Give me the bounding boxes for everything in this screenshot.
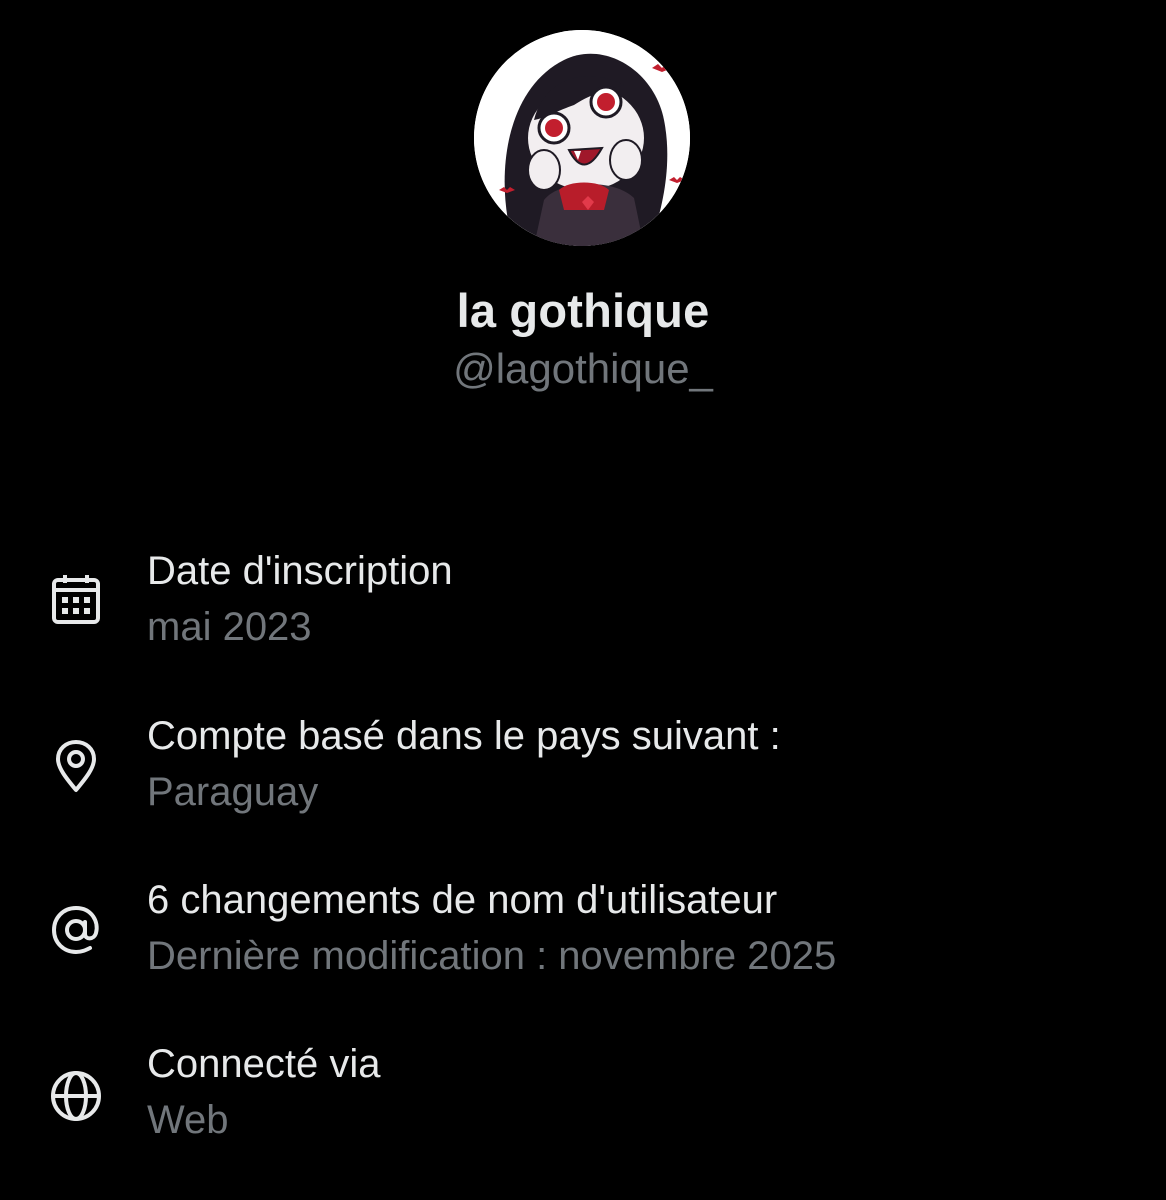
- about-account-page: la gothique @lagothique_ Date d'inscript…: [0, 0, 1166, 1200]
- info-label: 6 changements de nom d'utilisateur: [147, 878, 778, 922]
- avatar-illustration: [474, 30, 690, 246]
- info-row-username-changes: 6 changements de nom d'utilisateur Derni…: [0, 878, 1166, 998]
- info-value: Dernière modification : novembre 2025: [147, 934, 837, 978]
- globe-icon: [46, 1066, 106, 1126]
- info-label: Connecté via: [147, 1042, 381, 1086]
- info-row-country: Compte basé dans le pays suivant : Parag…: [0, 714, 1166, 834]
- info-row-connected-via: Connecté via Web: [0, 1042, 1166, 1162]
- at-sign-icon: [46, 900, 106, 960]
- info-label: Date d'inscription: [147, 549, 453, 593]
- avatar[interactable]: [474, 30, 690, 246]
- info-label: Compte basé dans le pays suivant :: [147, 714, 781, 758]
- username-handle: @lagothique_: [453, 345, 713, 392]
- info-row-join-date: Date d'inscription mai 2023: [0, 549, 1166, 669]
- info-value: Web: [147, 1098, 229, 1142]
- display-name: la gothique: [456, 284, 710, 337]
- info-value: Paraguay: [147, 770, 319, 814]
- location-pin-icon: [46, 736, 106, 796]
- info-value: mai 2023: [147, 605, 312, 649]
- calendar-icon: [46, 570, 106, 630]
